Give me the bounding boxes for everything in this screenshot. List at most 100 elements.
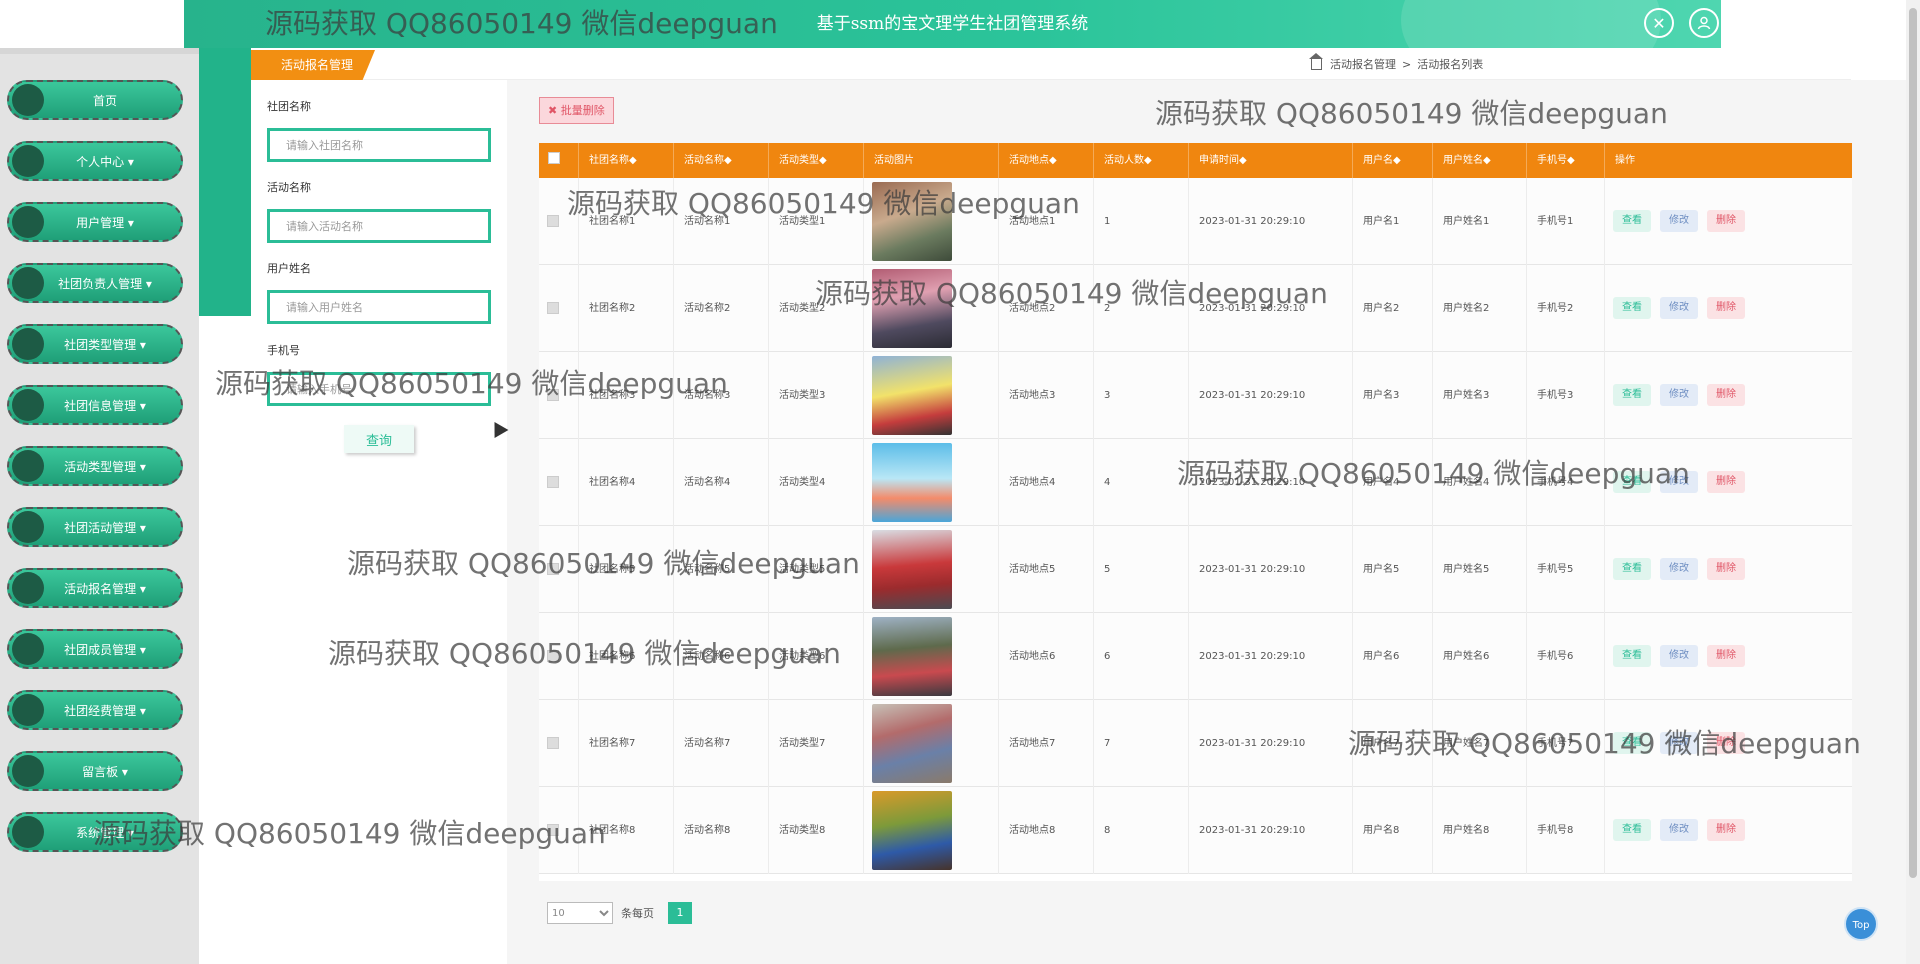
sidebar-item-home[interactable]: 首页 xyxy=(7,80,183,120)
activity-image[interactable] xyxy=(872,443,952,522)
nav-dot-icon xyxy=(12,145,44,177)
delete-button[interactable]: 删除 xyxy=(1707,210,1745,232)
cell-club-name: 社团名称8 xyxy=(579,787,674,874)
edit-button[interactable]: 修改 xyxy=(1660,210,1698,232)
col-user-fullname[interactable]: 用户姓名◆ xyxy=(1433,143,1527,178)
back-to-top-button[interactable]: Top xyxy=(1844,907,1878,941)
col-apply-time[interactable]: 申请时间◆ xyxy=(1189,143,1353,178)
delete-button[interactable]: 删除 xyxy=(1707,558,1745,580)
row-checkbox[interactable] xyxy=(547,563,559,575)
edit-button[interactable]: 修改 xyxy=(1660,732,1698,754)
edit-button[interactable]: 修改 xyxy=(1660,645,1698,667)
scrollbar[interactable] xyxy=(1906,0,1920,964)
close-icon[interactable]: ✕ xyxy=(1644,8,1674,38)
view-button[interactable]: 查看 xyxy=(1613,210,1651,232)
home-icon[interactable] xyxy=(1309,52,1323,70)
sidebar-item-club-leaders[interactable]: 社团负责人管理 ▾ xyxy=(7,263,183,303)
cell-activity-type: 活动类型8 xyxy=(769,787,864,874)
decorative-strip xyxy=(199,48,251,316)
sidebar: 首页 个人中心 ▾ 用户管理 ▾ 社团负责人管理 ▾ 社团类型管理 ▾ 社团信息… xyxy=(0,48,199,964)
col-activity-place[interactable]: 活动地点◆ xyxy=(999,143,1094,178)
delete-button[interactable]: 删除 xyxy=(1707,819,1745,841)
page-size-select[interactable]: 10 xyxy=(547,902,613,924)
cell-select xyxy=(539,787,579,874)
view-button[interactable]: 查看 xyxy=(1613,558,1651,580)
sidebar-item-club-types[interactable]: 社团类型管理 ▾ xyxy=(7,324,183,364)
cell-activity-count: 3 xyxy=(1094,352,1189,439)
activity-image[interactable] xyxy=(872,356,952,435)
sidebar-item-users[interactable]: 用户管理 ▾ xyxy=(7,202,183,242)
row-checkbox[interactable] xyxy=(547,302,559,314)
edit-button[interactable]: 修改 xyxy=(1660,819,1698,841)
row-checkbox[interactable] xyxy=(547,389,559,401)
batch-delete-button[interactable]: ✖ 批量删除 xyxy=(539,97,614,124)
sidebar-item-activity-types[interactable]: 活动类型管理 ▾ xyxy=(7,446,183,486)
cell-user-fullname: 用户姓名3 xyxy=(1433,352,1527,439)
sidebar-item-system[interactable]: 系统管理 ▾ xyxy=(7,812,183,852)
sidebar-item-profile[interactable]: 个人中心 ▾ xyxy=(7,141,183,181)
delete-button[interactable]: 删除 xyxy=(1707,471,1745,493)
edit-button[interactable]: 修改 xyxy=(1660,297,1698,319)
delete-button[interactable]: 删除 xyxy=(1707,384,1745,406)
user-fullname-input[interactable] xyxy=(267,290,491,324)
cell-phone: 手机号2 xyxy=(1527,265,1605,352)
edit-button[interactable]: 修改 xyxy=(1660,558,1698,580)
delete-button[interactable]: 删除 xyxy=(1707,297,1745,319)
activity-image[interactable] xyxy=(872,704,952,783)
cell-activity-place: 活动地点4 xyxy=(999,439,1094,526)
sidebar-item-club-info[interactable]: 社团信息管理 ▾ xyxy=(7,385,183,425)
row-checkbox[interactable] xyxy=(547,650,559,662)
cell-actions: 查看 修改 删除 xyxy=(1605,526,1852,613)
activity-image[interactable] xyxy=(872,791,952,870)
cell-username: 用户名3 xyxy=(1353,352,1433,439)
view-button[interactable]: 查看 xyxy=(1613,645,1651,667)
cell-activity-image xyxy=(864,526,999,613)
row-checkbox[interactable] xyxy=(547,476,559,488)
cell-phone: 手机号7 xyxy=(1527,700,1605,787)
nav-dot-icon xyxy=(12,755,44,787)
batch-delete-label: 批量删除 xyxy=(560,104,605,117)
col-username[interactable]: 用户名◆ xyxy=(1353,143,1433,178)
sidebar-item-activity-signups[interactable]: 活动报名管理 ▾ xyxy=(7,568,183,608)
col-activity-count[interactable]: 活动人数◆ xyxy=(1094,143,1189,178)
user-avatar-icon[interactable] xyxy=(1689,8,1719,38)
club-name-input[interactable] xyxy=(267,128,491,162)
col-club-name[interactable]: 社团名称◆ xyxy=(579,143,674,178)
sidebar-item-club-funds[interactable]: 社团经费管理 ▾ xyxy=(7,690,183,730)
delete-button[interactable]: 删除 xyxy=(1707,732,1745,754)
cell-activity-name: 活动名称6 xyxy=(674,613,769,700)
activity-image[interactable] xyxy=(872,269,952,348)
activity-image[interactable] xyxy=(872,182,952,261)
breadcrumb-item[interactable]: 活动报名管理 xyxy=(1330,56,1396,72)
activity-image[interactable] xyxy=(872,617,952,696)
query-button[interactable]: 查询 xyxy=(344,425,414,453)
sidebar-item-club-members[interactable]: 社团成员管理 ▾ xyxy=(7,629,183,669)
row-checkbox[interactable] xyxy=(547,737,559,749)
delete-button[interactable]: 删除 xyxy=(1707,645,1745,667)
phone-input[interactable] xyxy=(267,372,491,406)
row-checkbox[interactable] xyxy=(547,215,559,227)
view-button[interactable]: 查看 xyxy=(1613,471,1651,493)
page-tab[interactable]: 活动报名管理 xyxy=(251,50,376,80)
view-button[interactable]: 查看 xyxy=(1613,297,1651,319)
sidebar-item-message-board[interactable]: 留言板 ▾ xyxy=(7,751,183,791)
col-activity-name[interactable]: 活动名称◆ xyxy=(674,143,769,178)
edit-button[interactable]: 修改 xyxy=(1660,384,1698,406)
sidebar-item-label: 首页 xyxy=(92,93,117,108)
row-checkbox[interactable] xyxy=(547,824,559,836)
view-button[interactable]: 查看 xyxy=(1613,384,1651,406)
activity-image[interactable] xyxy=(872,530,952,609)
sidebar-item-club-activities[interactable]: 社团活动管理 ▾ xyxy=(7,507,183,547)
col-phone[interactable]: 手机号◆ xyxy=(1527,143,1605,178)
cell-activity-count: 7 xyxy=(1094,700,1189,787)
cell-activity-place: 活动地点5 xyxy=(999,526,1094,613)
col-activity-type[interactable]: 活动类型◆ xyxy=(769,143,864,178)
edit-button[interactable]: 修改 xyxy=(1660,471,1698,493)
scrollbar-thumb[interactable] xyxy=(1909,8,1917,878)
select-all-checkbox[interactable] xyxy=(548,152,560,164)
view-button[interactable]: 查看 xyxy=(1613,732,1651,754)
cell-activity-name: 活动名称1 xyxy=(674,178,769,265)
page-number-current[interactable]: 1 xyxy=(668,902,692,924)
activity-name-input[interactable] xyxy=(267,209,491,243)
view-button[interactable]: 查看 xyxy=(1613,819,1651,841)
